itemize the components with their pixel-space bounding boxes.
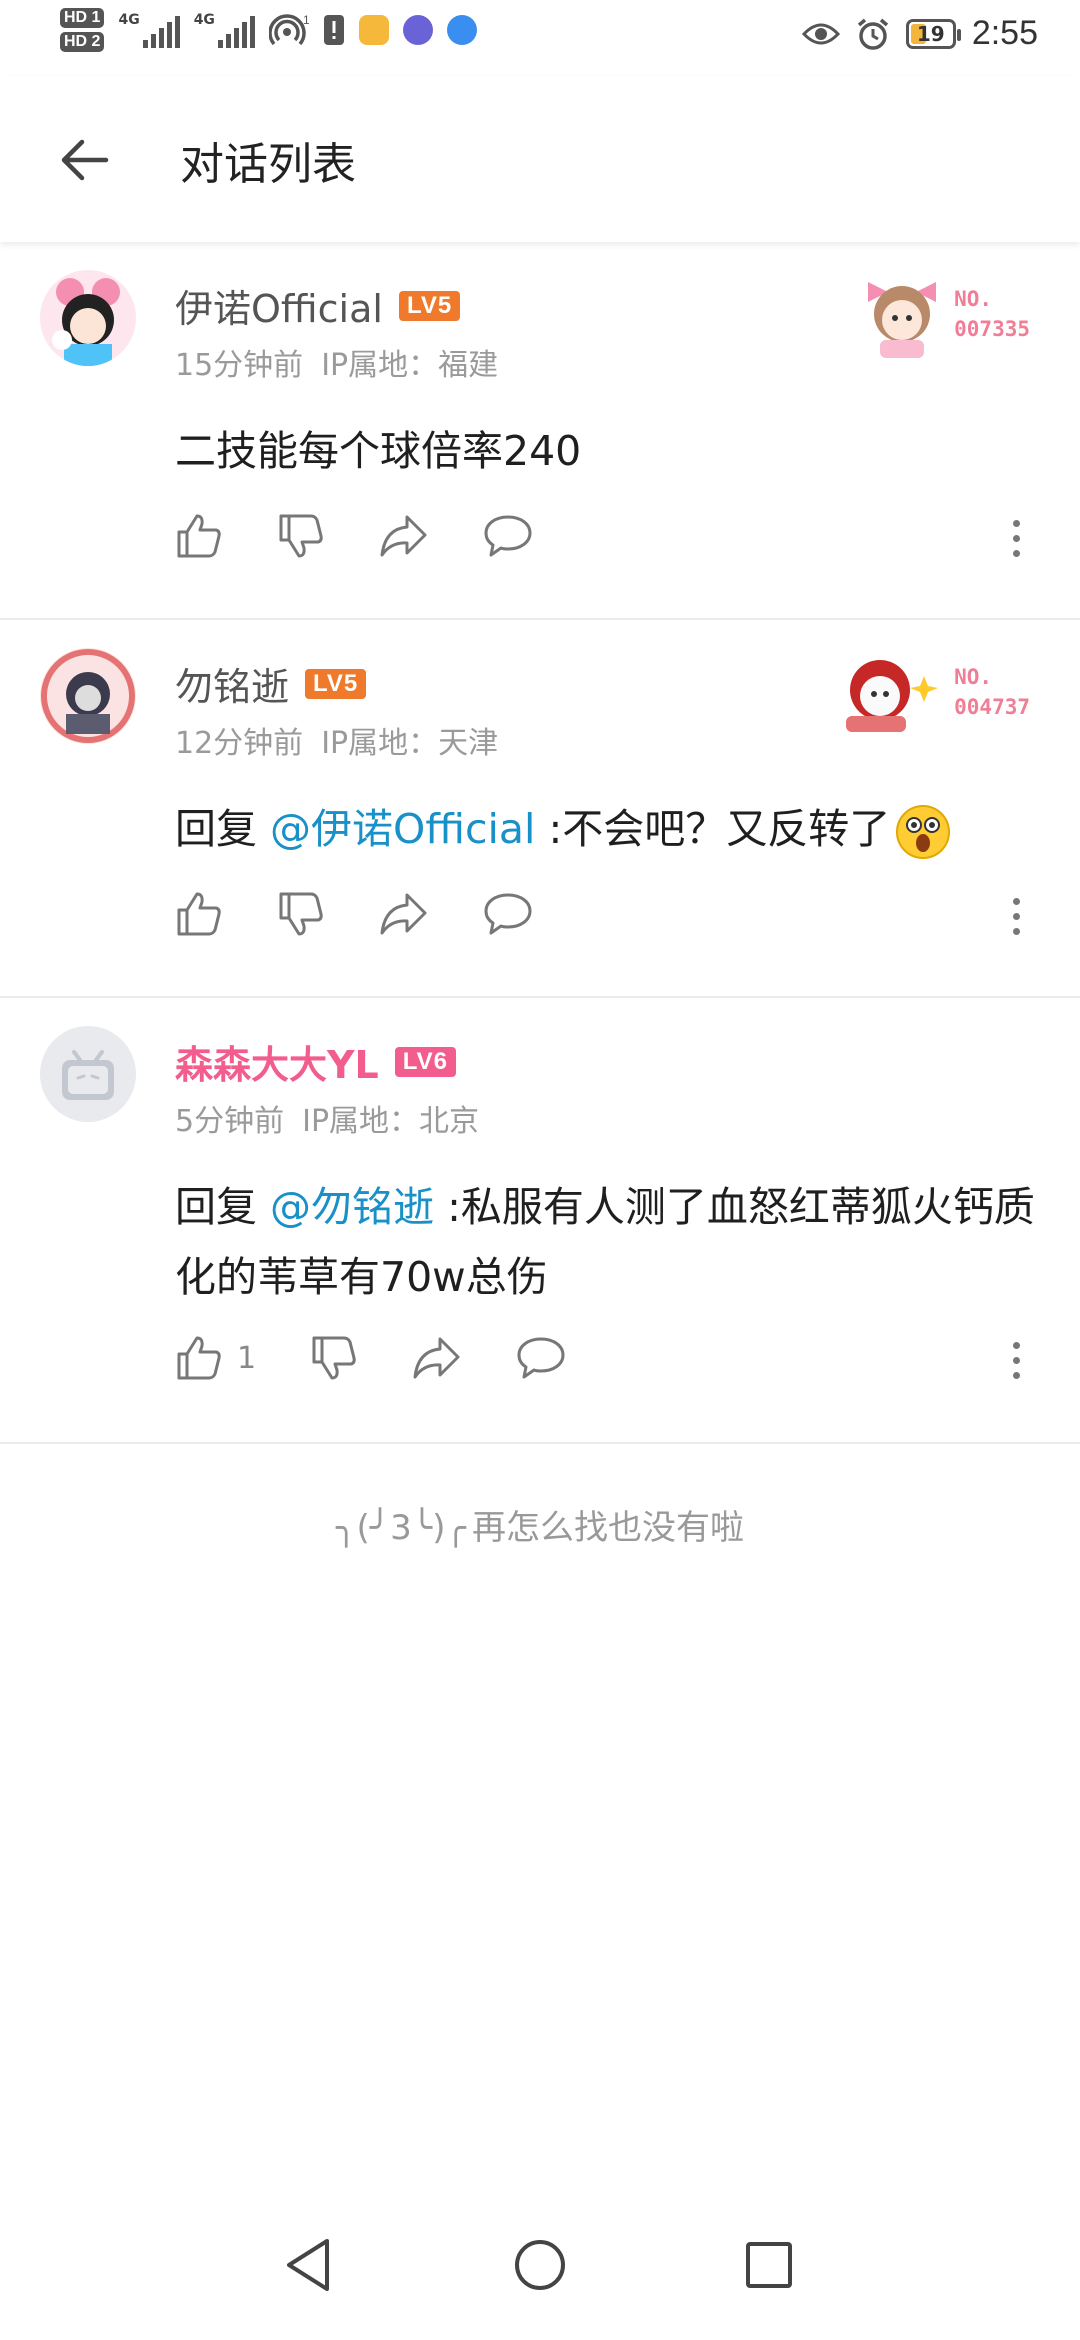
ip-location: IP属地：天津: [321, 726, 499, 761]
app-header: 对话列表: [0, 76, 1080, 242]
comment-item: 森森大大YL LV6 5分钟前 IP属地：北京 回复 @勿铭逝 :私服有人测了血怒…: [0, 998, 1080, 1444]
comment-item: 伊诺Official LV5 15分钟前 IP属地：福建 NO. 007335 二…: [0, 242, 1080, 620]
browser-app-icon: [446, 15, 477, 45]
like-button[interactable]: [175, 890, 223, 938]
like-count: 1: [237, 1340, 257, 1376]
more-options-button[interactable]: [1004, 1342, 1028, 1379]
username[interactable]: 勿铭逝: [175, 656, 289, 711]
signal-1-icon: 4G: [118, 12, 180, 48]
app-notification-icon: [358, 15, 389, 45]
shocked-face-emoji-icon: [896, 805, 951, 859]
username[interactable]: 伊诺Official: [175, 278, 383, 333]
comment-body: 二技能每个球倍率240: [175, 427, 582, 475]
fan-badge[interactable]: NO. 007335: [860, 268, 1030, 360]
thumbs-up-icon: [177, 514, 221, 558]
square-recents-icon: [746, 2242, 792, 2288]
share-button[interactable]: [412, 1335, 462, 1381]
avatar[interactable]: [40, 270, 136, 366]
system-nav-bar: [0, 2190, 1080, 2340]
badge-no-label: NO.: [954, 287, 993, 311]
level-badge: LV5: [398, 290, 461, 321]
kaomoji: ╮(╯3╰)╭: [335, 1508, 467, 1548]
comment-list: 伊诺Official LV5 15分钟前 IP属地：福建 NO. 007335 二…: [0, 242, 1080, 1444]
dislike-button[interactable]: [277, 512, 325, 560]
comment-text: 回复 @勿铭逝 :私服有人测了血怒红蒂狐火钙质化的苇草有70w总伤: [175, 1172, 1035, 1312]
mention-link[interactable]: @勿铭逝: [270, 1183, 434, 1231]
share-arrow-icon: [380, 515, 427, 557]
like-button[interactable]: [175, 512, 223, 560]
comment-time: 12分钟前: [175, 726, 304, 761]
ip-location: IP属地：北京: [302, 1104, 480, 1139]
ip-location: IP属地：福建: [321, 348, 499, 383]
share-button[interactable]: [379, 891, 429, 937]
thumbs-down-icon: [312, 1336, 356, 1380]
username[interactable]: 森森大大YL: [175, 1034, 379, 1089]
signal-2-icon: 4G: [194, 12, 255, 48]
page-title: 对话列表: [180, 139, 356, 190]
battery-level: 19: [916, 21, 945, 46]
share-button[interactable]: [379, 513, 429, 559]
end-text: 再怎么找也没有啦: [472, 1508, 745, 1548]
comment-item: 勿铭逝 LV5 12分钟前 IP属地：天津 NO. 004737 回复 @伊诺Of…: [0, 620, 1080, 998]
comment-bubble-icon: [484, 515, 532, 557]
fan-badge-character-icon: [868, 282, 937, 358]
comment-bubble-icon: [517, 1337, 565, 1379]
sim2-label: HD 2: [60, 32, 105, 52]
hotspot-icon: 1: [268, 13, 309, 46]
thumbs-down-icon: [279, 892, 323, 936]
reply-button[interactable]: [483, 891, 533, 937]
thumbs-up-icon: [177, 1336, 221, 1380]
fan-badge-character-icon: [846, 660, 939, 732]
thumbs-down-icon: [279, 514, 323, 558]
comment-meta: 12分钟前 IP属地：天津: [175, 718, 498, 762]
svg-text:1: 1: [303, 13, 309, 27]
circle-home-icon: [515, 2240, 565, 2290]
dislike-button[interactable]: [277, 890, 325, 938]
thumbs-up-icon: [177, 892, 221, 936]
more-options-button[interactable]: [1004, 520, 1028, 557]
badge-no-number: 007335: [954, 317, 1030, 341]
nav-back-button[interactable]: [274, 2230, 344, 2300]
reply-prefix: 回复: [175, 805, 271, 853]
triangle-back-icon: [287, 2239, 329, 2291]
badge-no-label: NO.: [954, 665, 993, 689]
avatar[interactable]: [40, 648, 136, 744]
dislike-button[interactable]: [310, 1334, 358, 1382]
back-button[interactable]: [40, 116, 128, 204]
fan-badge[interactable]: NO. 004737: [836, 646, 1030, 738]
reply-button[interactable]: [483, 513, 533, 559]
end-of-list-message: ╮(╯3╰)╭ 再怎么找也没有啦: [0, 1500, 1080, 1549]
status-bar: HD 1 HD 2 4G 4G 1 19 2:55: [0, 0, 1080, 76]
level-badge: LV5: [305, 668, 367, 699]
comment-time: 15分钟前: [175, 348, 304, 383]
clock: 2:55: [971, 14, 1038, 52]
alarm-icon: [857, 18, 888, 50]
comment-body: :不会吧？又反转了: [535, 805, 891, 853]
avatar[interactable]: [40, 1026, 136, 1122]
comment-time: 5分钟前: [175, 1104, 285, 1139]
level-badge: LV6: [394, 1046, 456, 1077]
notification-alert-icon: [323, 15, 344, 45]
sim1-label: HD 1: [60, 8, 105, 28]
music-app-icon: [402, 15, 433, 45]
comment-bubble-icon: [484, 893, 532, 935]
battery-icon: 19: [905, 18, 961, 49]
like-button[interactable]: 1: [175, 1334, 256, 1382]
comment-meta: 5分钟前 IP属地：北京: [175, 1096, 479, 1140]
share-arrow-icon: [380, 893, 427, 935]
nav-recents-button[interactable]: [734, 2230, 804, 2300]
eye-comfort-icon: [801, 23, 840, 44]
badge-no-number: 004737: [954, 695, 1030, 719]
comment-meta: 15分钟前 IP属地：福建: [175, 340, 498, 384]
mention-link[interactable]: @伊诺Official: [270, 805, 535, 853]
nav-home-button[interactable]: [505, 2230, 575, 2300]
reply-button[interactable]: [516, 1335, 566, 1381]
reply-prefix: 回复: [175, 1183, 271, 1231]
arrow-left-icon: [61, 139, 109, 181]
more-options-button[interactable]: [1004, 898, 1028, 935]
sim-indicators: HD 1 HD 2: [60, 8, 105, 52]
share-arrow-icon: [413, 1337, 460, 1379]
comment-text: 二技能每个球倍率240: [175, 416, 1035, 486]
comment-text: 回复 @伊诺Official :不会吧？又反转了: [175, 794, 1035, 864]
